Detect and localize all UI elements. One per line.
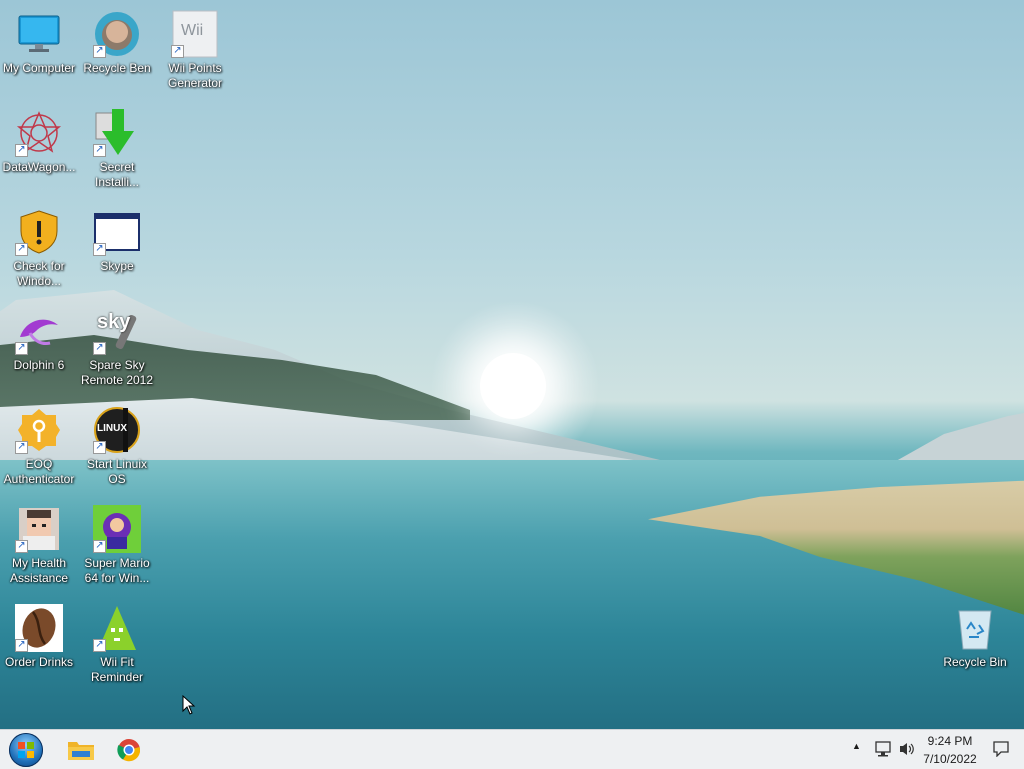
linux-icon: LINUX ↗ [93, 406, 141, 454]
desktop: My Computer ↗ DataWagon... ↗ Check for W [0, 0, 1024, 729]
wii-logo: Wii [181, 22, 204, 39]
chrome-icon [117, 739, 141, 762]
monitor-icon [15, 10, 63, 58]
desktop-icon-start-linux-os[interactable]: LINUX ↗ Start Linuix OS [78, 402, 156, 494]
taskbar: ▲ 9:24 PM 7/10/2022 [0, 729, 1024, 769]
network-icon[interactable] [874, 741, 892, 757]
shortcut-arrow-icon: ↗ [93, 441, 106, 454]
key-badge-icon: ↗ [15, 406, 63, 454]
shortcut-arrow-icon: ↗ [15, 342, 28, 355]
pixel-tree-icon: ↗ [93, 604, 141, 652]
desktop-icon-recycle-ben[interactable]: ↗ Recycle Ben [78, 6, 156, 98]
shortcut-arrow-icon: ↗ [93, 45, 106, 58]
mouse-cursor-icon [182, 695, 196, 715]
sky-logo: sky [97, 311, 131, 333]
show-hidden-icons-button[interactable]: ▲ [852, 741, 861, 751]
game-character-icon: ↗ [93, 505, 141, 553]
desktop-icon-skype[interactable]: ↗ Skype [78, 204, 156, 296]
avatar-icon: ↗ [15, 505, 63, 553]
desktop-icon-secret-installer[interactable]: ↗ Secret Installi... [78, 105, 156, 197]
star-pattern-icon: ↗ [15, 109, 63, 157]
window-icon: ↗ [93, 208, 141, 256]
shortcut-arrow-icon: ↗ [15, 441, 28, 454]
coffee-bean-icon: ↗ [15, 604, 63, 652]
linux-logo-text: LINUX [97, 423, 127, 434]
shortcut-arrow-icon: ↗ [93, 639, 106, 652]
shortcut-arrow-icon: ↗ [93, 342, 106, 355]
shortcut-arrow-icon: ↗ [15, 144, 28, 157]
shortcut-arrow-icon: ↗ [15, 540, 28, 553]
windows-logo-icon [18, 742, 34, 758]
sun [480, 353, 546, 419]
desktop-icon-order-drinks[interactable]: ↗ Order Drinks [0, 600, 78, 692]
start-button[interactable] [9, 733, 43, 767]
desktop-icon-wii-points-generator[interactable]: Wii ↗ Wii Points Generator [156, 6, 234, 98]
download-arrow-icon: ↗ [93, 109, 141, 157]
volume-icon[interactable] [898, 741, 916, 757]
desktop-icon-recycle-bin[interactable]: Recycle Bin [936, 600, 1014, 692]
recycle-bin-icon [951, 604, 999, 652]
wii-box-icon: Wii ↗ [171, 10, 219, 58]
shortcut-arrow-icon: ↗ [171, 45, 184, 58]
desktop-icon-dolphin[interactable]: ↗ Dolphin 6 [0, 303, 78, 395]
shortcut-arrow-icon: ↗ [15, 243, 28, 256]
desktop-icon-my-health-assistance[interactable]: ↗ My Health Assistance [0, 501, 78, 593]
desktop-icon-wii-fit-reminder[interactable]: ↗ Wii Fit Reminder [78, 600, 156, 692]
folder-icon [68, 742, 94, 760]
clock[interactable]: 9:24 PM 7/10/2022 [918, 733, 982, 767]
notifications-icon[interactable] [992, 741, 1010, 757]
dolphin-icon: ↗ [15, 307, 63, 355]
face-photo-icon: ↗ [93, 10, 141, 58]
taskbar-file-explorer[interactable] [66, 735, 96, 765]
shortcut-arrow-icon: ↗ [15, 639, 28, 652]
shortcut-arrow-icon: ↗ [93, 243, 106, 256]
clock-time: 9:24 PM [927, 734, 973, 748]
shortcut-arrow-icon: ↗ [93, 144, 106, 157]
desktop-icon-spare-sky-remote[interactable]: sky ↗ Spare Sky Remote 2012 [78, 303, 156, 395]
desktop-icon-super-mario-64[interactable]: ↗ Super Mario 64 for Win... [78, 501, 156, 593]
taskbar-chrome[interactable] [114, 735, 144, 765]
sky-remote-icon: sky ↗ [93, 307, 141, 355]
desktop-icon-eoq-authenticator[interactable]: ↗ EOQ Authenticator [0, 402, 78, 494]
desktop-icon-my-computer[interactable]: My Computer [0, 6, 78, 98]
shield-warning-icon: ↗ [15, 208, 63, 256]
desktop-icon-datawagon[interactable]: ↗ DataWagon... [0, 105, 78, 197]
desktop-icon-check-for-windows[interactable]: ↗ Check for Windo... [0, 204, 78, 296]
clock-date: 7/10/2022 [923, 752, 977, 766]
shortcut-arrow-icon: ↗ [93, 540, 106, 553]
